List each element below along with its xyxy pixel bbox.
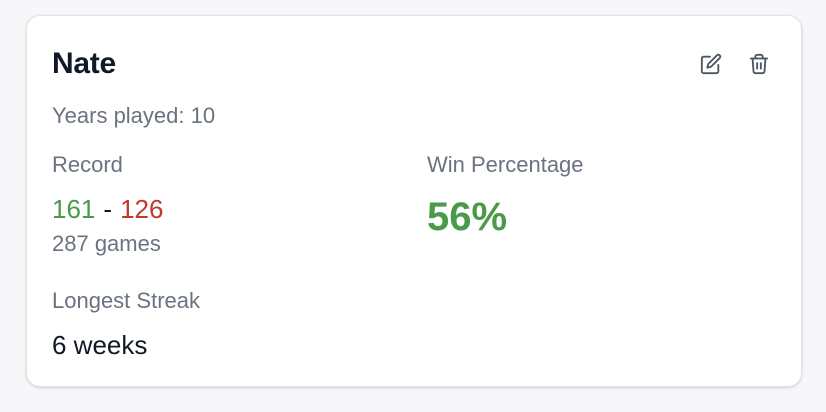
record-separator: -	[103, 194, 113, 224]
win-percentage-label: Win Percentage	[427, 152, 584, 177]
edit-button[interactable]	[699, 52, 723, 76]
record-wins: 161	[52, 194, 96, 224]
player-name: Nate	[52, 47, 116, 80]
record-losses: 126	[120, 194, 164, 224]
record-label: Record	[52, 152, 123, 177]
record-value: 161-126	[52, 194, 163, 224]
win-percentage-value: 56%	[427, 195, 508, 239]
edit-icon	[700, 53, 722, 75]
years-played: Years played: 10	[52, 103, 216, 128]
player-card: Nate Years played: 10 Record 161-126 287…	[26, 15, 802, 387]
trash-icon	[749, 53, 769, 75]
games-count: 287 games	[52, 231, 161, 256]
delete-button[interactable]	[747, 52, 771, 76]
longest-streak-label: Longest Streak	[52, 288, 200, 313]
card-actions	[699, 52, 771, 76]
longest-streak-value: 6 weeks	[52, 330, 148, 360]
